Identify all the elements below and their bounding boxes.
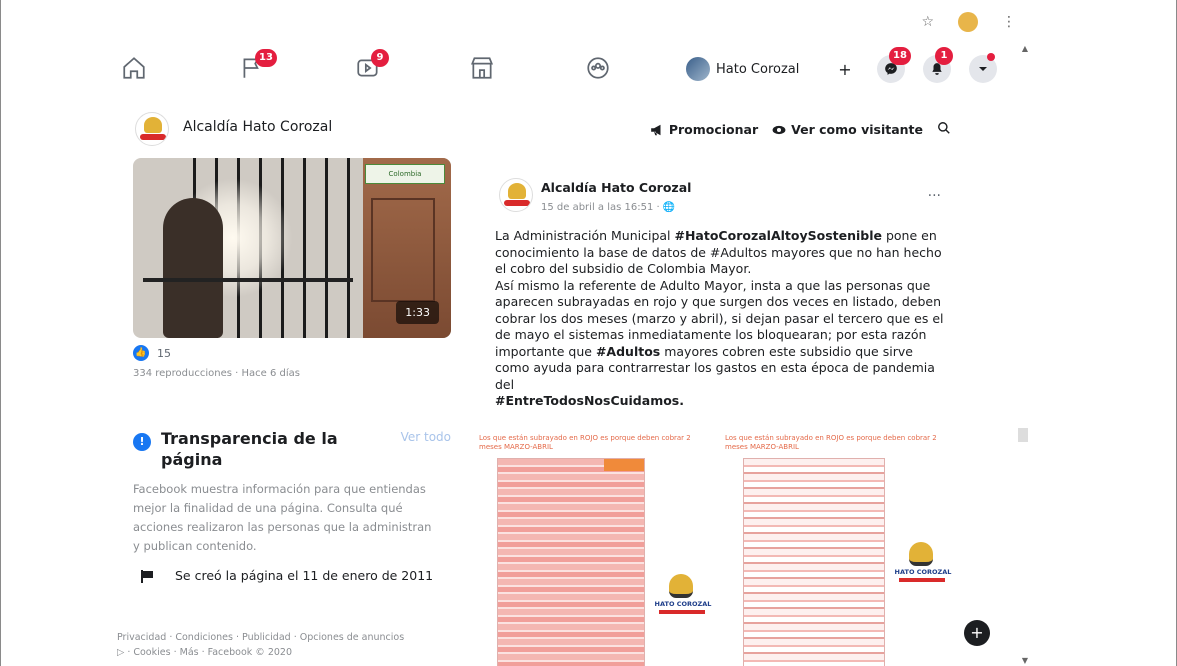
browser-profile-avatar[interactable] xyxy=(958,12,978,32)
logo-text: HATO COROZAL xyxy=(654,600,712,608)
messenger-badge: 18 xyxy=(889,47,911,65)
page-created-row: Se creó la página el 11 de enero de 2011 xyxy=(141,568,433,583)
page-logo[interactable] xyxy=(135,112,169,146)
scrollbar-thumb[interactable] xyxy=(1018,428,1028,442)
spreadsheet-table xyxy=(497,458,645,666)
view-as-visitor-label: Ver como visitante xyxy=(791,122,923,137)
post-author-avatar[interactable] xyxy=(499,178,533,212)
post-text-segment: La Administración Municipal xyxy=(495,228,675,243)
promote-button[interactable]: Promocionar xyxy=(650,122,758,137)
browser-toolbar: ☆ ⋮ xyxy=(921,12,1016,32)
transparency-title: Transparencia de la página xyxy=(161,429,338,469)
marketplace-icon[interactable] xyxy=(469,55,499,85)
hato-corozal-logo: HATO COROZAL xyxy=(895,542,951,592)
page-created-text: Se creó la página el 11 de enero de 2011 xyxy=(175,568,434,583)
hato-corozal-logo: HATO COROZAL xyxy=(655,574,711,624)
logo-text: HATO COROZAL xyxy=(894,568,952,576)
eye-icon xyxy=(772,125,786,134)
logo-bird xyxy=(909,542,933,566)
scrollbar-down-arrow[interactable]: ▼ xyxy=(1022,656,1028,665)
post-text: La Administración Municipal #HatoCorozal… xyxy=(495,228,947,410)
profile-chip[interactable]: Hato Corozal xyxy=(686,57,799,81)
post-timestamp[interactable]: 15 de abril a las 16:51 · 🌐 xyxy=(541,202,675,213)
reaction-count: 15 xyxy=(157,346,171,360)
watch-badge: 9 xyxy=(371,49,389,67)
account-menu-button[interactable] xyxy=(969,53,997,83)
post-images[interactable]: Los que están subrayado en ROJO es porqu… xyxy=(479,434,959,666)
notifications-button[interactable]: 1 xyxy=(923,47,953,83)
logo-bird xyxy=(669,574,693,598)
footer-links-line2[interactable]: ▷ · Cookies · Más · Facebook © 2020 xyxy=(117,645,467,660)
footer-links: Privacidad · Condiciones · Publicidad · … xyxy=(117,630,467,660)
hashtag-link[interactable]: #HatoCorozalAltoySostenible xyxy=(675,228,883,243)
new-message-button[interactable]: + xyxy=(964,620,990,646)
hashtag-link[interactable]: #Adultos xyxy=(596,344,660,359)
page-header: Alcaldía Hato Corozal Promocionar Ver co… xyxy=(131,108,961,150)
browser-menu-icon[interactable]: ⋮ xyxy=(1002,14,1016,30)
video-plays-info: 334 reproducciones · Hace 6 días xyxy=(133,368,300,379)
search-icon[interactable] xyxy=(937,120,951,139)
home-icon[interactable] xyxy=(121,55,151,85)
video-frame-person xyxy=(163,198,223,338)
video-reactions[interactable]: 👍 15 xyxy=(133,345,171,361)
video-thumbnail[interactable]: Colombia 1:33 xyxy=(133,158,451,338)
watch-video-icon[interactable]: 9 xyxy=(355,49,389,85)
post-more-options-icon[interactable]: ··· xyxy=(928,188,941,204)
logo-bar xyxy=(659,610,705,614)
post-author[interactable]: Alcaldía Hato Corozal xyxy=(541,180,691,195)
see-all-link[interactable]: Ver todo xyxy=(401,430,451,444)
megaphone-icon xyxy=(650,124,661,135)
pages-flag-icon[interactable]: 13 xyxy=(239,49,277,85)
image-caption: Los que están subrayado en ROJO es porqu… xyxy=(479,434,691,451)
account-dot-badge xyxy=(987,53,995,61)
messenger-button[interactable]: 18 xyxy=(877,47,911,83)
footer-links-line1[interactable]: Privacidad · Condiciones · Publicidad · … xyxy=(117,630,467,645)
plus-icon: + xyxy=(838,59,852,79)
logo-bar xyxy=(899,578,945,582)
spreadsheet-header xyxy=(604,459,644,471)
scrollbar-up-arrow[interactable]: ▲ xyxy=(1022,44,1028,53)
bookmark-star-icon[interactable]: ☆ xyxy=(921,14,934,30)
notifications-badge: 1 xyxy=(935,47,953,65)
transparency-description: Facebook muestra información para que en… xyxy=(133,482,432,553)
groups-icon[interactable] xyxy=(585,55,615,85)
post-card: Alcaldía Hato Corozal 15 de abril a las … xyxy=(479,172,963,666)
header-actions: Promocionar Ver como visitante xyxy=(650,120,951,139)
caret-down-icon xyxy=(979,67,987,71)
create-plus-button[interactable]: + xyxy=(831,55,859,83)
promote-label: Promocionar xyxy=(668,122,759,137)
image-caption: Los que están subrayado en ROJO es porqu… xyxy=(725,434,937,451)
spreadsheet-table xyxy=(743,458,885,666)
facebook-page-screen: ☆ ⋮ 13 9 Hato Corozal + 18 1 ▲ Alcaldía … xyxy=(0,0,1177,666)
info-icon: ! xyxy=(133,433,151,451)
profile-name: Hato Corozal xyxy=(716,61,800,77)
hashtag-link[interactable]: #EntreTodosNosCuidamos. xyxy=(495,393,684,408)
view-as-visitor-button[interactable]: Ver como visitante xyxy=(772,122,923,137)
post-image-1[interactable]: Los que están subrayado en ROJO es porqu… xyxy=(479,434,711,666)
video-duration: 1:33 xyxy=(396,301,439,324)
top-navigation: 13 9 Hato Corozal + 18 1 xyxy=(101,47,1001,90)
video-overlay-logo: Colombia xyxy=(365,164,445,184)
page-title[interactable]: Alcaldía Hato Corozal xyxy=(183,119,332,135)
post-image-2[interactable]: Los que están subrayado en ROJO es porqu… xyxy=(725,434,955,666)
profile-avatar xyxy=(686,57,710,81)
like-icon: 👍 xyxy=(133,345,149,361)
flag-icon xyxy=(141,569,153,583)
video-frame-rail xyxy=(143,278,353,282)
pages-badge: 13 xyxy=(255,49,277,67)
